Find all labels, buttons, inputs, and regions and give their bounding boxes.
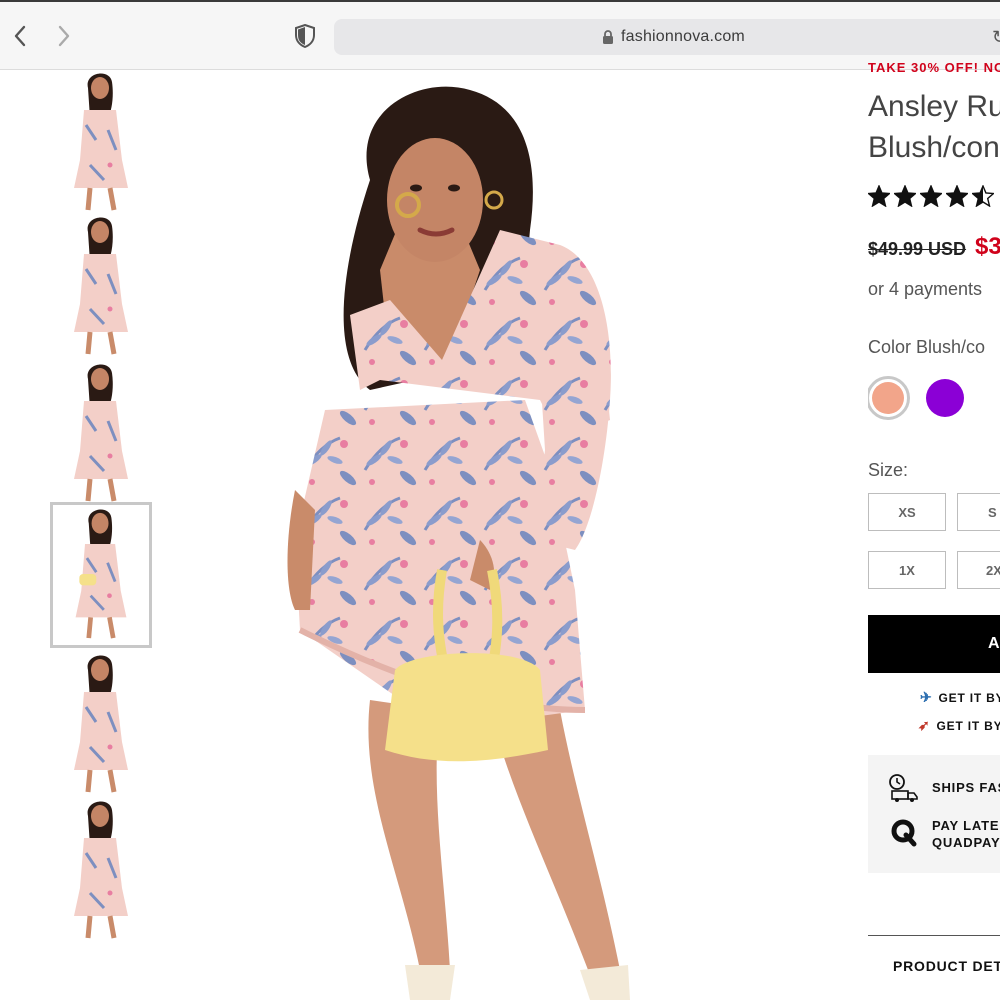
original-price: $49.99 USD bbox=[868, 239, 967, 259]
address-bar[interactable]: fashionnova.com ↻ bbox=[334, 19, 1000, 55]
product-title-line2: Blush/con bbox=[868, 131, 1000, 164]
thumbnail-image bbox=[74, 364, 128, 502]
thumbnail-6[interactable] bbox=[50, 798, 152, 944]
star-icon bbox=[920, 185, 942, 207]
size-xs-button[interactable]: XS bbox=[868, 493, 946, 531]
product-details-toggle[interactable]: PRODUCT DETA bbox=[893, 958, 1000, 974]
thumbnail-2[interactable] bbox=[50, 214, 152, 360]
star-icon bbox=[894, 185, 916, 207]
add-to-bag-button[interactable]: A bbox=[868, 615, 1000, 673]
shipping-express: ➶ GET IT BY bbox=[918, 717, 1000, 734]
perk-fast-shipping-text: SHIPS FAS bbox=[932, 780, 1000, 795]
airplane-icon: ✈ bbox=[920, 689, 933, 705]
thumbnail-image bbox=[74, 801, 128, 939]
quadpay-icon bbox=[891, 819, 917, 847]
size-2x-button[interactable]: 2X bbox=[957, 551, 1000, 589]
product-title: Ansley Ru Blush/con bbox=[868, 86, 1000, 168]
installment-text: or 4 payments bbox=[868, 279, 983, 299]
chevron-left-icon bbox=[14, 25, 26, 47]
sale-price: $3 bbox=[975, 233, 1000, 260]
perk-quadpay: PAY LATER QUADPAY bbox=[888, 817, 1000, 851]
thumbnail-4[interactable] bbox=[50, 502, 152, 648]
size-s-button[interactable]: S bbox=[957, 493, 1000, 531]
thumbnail-image bbox=[74, 655, 128, 793]
fast-shipping-truck-icon bbox=[889, 774, 918, 802]
thumbnail-5[interactable] bbox=[50, 652, 152, 798]
details-divider bbox=[868, 935, 1000, 936]
shipping-standard: ✈ GET IT BY bbox=[920, 689, 1000, 706]
perk-quadpay-text: PAY LATER QUADPAY bbox=[932, 817, 1000, 851]
swatch-dot-blush bbox=[872, 382, 904, 414]
star-icon bbox=[946, 185, 968, 207]
privacy-report-button[interactable] bbox=[294, 23, 316, 50]
size-label: Size: bbox=[868, 460, 909, 480]
rocket-icon: ➶ bbox=[918, 717, 931, 733]
browser-toolbar: fashionnova.com ↻ bbox=[0, 0, 1000, 70]
chevron-right-icon bbox=[58, 25, 70, 47]
main-product-image[interactable] bbox=[180, 70, 830, 1000]
back-button[interactable] bbox=[8, 22, 32, 50]
perk-fast-shipping: SHIPS FAS bbox=[888, 773, 1000, 803]
shipping-express-text: GET IT BY bbox=[936, 718, 1000, 733]
star-icon bbox=[868, 185, 890, 207]
promo-banner[interactable]: TAKE 30% OFF! NO bbox=[868, 60, 1000, 75]
color-swatch-blush[interactable] bbox=[868, 376, 910, 420]
thumbnail-3[interactable] bbox=[50, 361, 152, 507]
thumbnail-1[interactable] bbox=[50, 70, 152, 216]
rating-stars[interactable]: 1 bbox=[868, 185, 1000, 207]
reload-icon[interactable]: ↻ bbox=[992, 27, 1000, 48]
lock-icon bbox=[603, 30, 613, 44]
color-swatch-purple[interactable] bbox=[926, 379, 964, 417]
url-text: fashionnova.com bbox=[621, 28, 745, 45]
thumbnail-image bbox=[74, 217, 128, 355]
perks-box: SHIPS FAS PAY LATER QUADPAY bbox=[868, 755, 1000, 873]
perk-quadpay-line1: PAY LATER bbox=[932, 818, 1000, 833]
shipping-standard-text: GET IT BY bbox=[938, 690, 1000, 705]
color-label: Color Blush/co bbox=[868, 337, 986, 357]
product-info-panel: TAKE 30% OFF! NO Ansley Ru Blush/con 1 $… bbox=[868, 60, 1000, 1000]
shield-icon bbox=[295, 23, 315, 49]
product-title-line1: Ansley Ru bbox=[868, 90, 1000, 123]
forward-button[interactable] bbox=[52, 22, 76, 50]
perk-quadpay-line2: QUADPAY bbox=[932, 835, 1000, 850]
star-icon bbox=[972, 185, 994, 207]
size-1x-button[interactable]: 1X bbox=[868, 551, 946, 589]
thumbnail-image bbox=[74, 73, 128, 211]
thumbnail-image bbox=[75, 509, 127, 639]
